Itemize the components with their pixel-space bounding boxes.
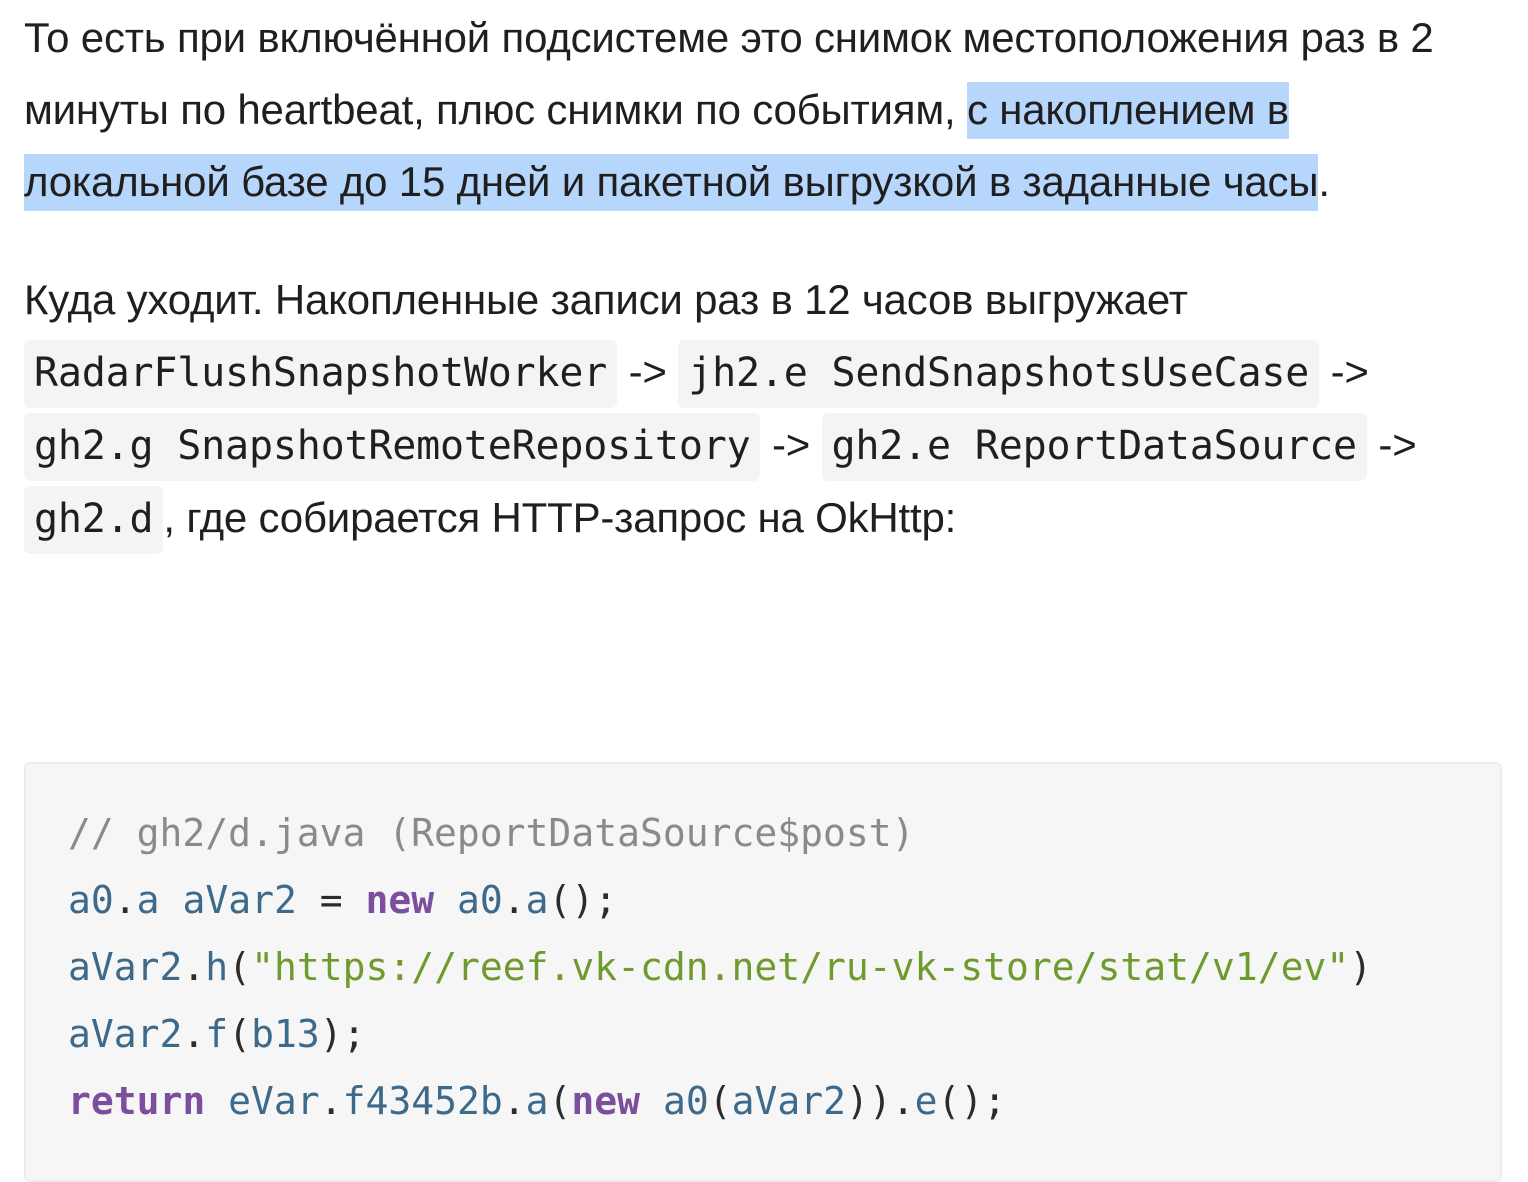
code-identifier: b13 xyxy=(251,1012,320,1056)
code-identifier: a0 xyxy=(68,878,114,922)
code-punctuation xyxy=(160,878,183,922)
code-punctuation: . xyxy=(113,878,137,922)
code-identifier: aVar2 xyxy=(68,945,183,989)
code-identifier: a xyxy=(136,878,160,922)
code-punctuation: ( xyxy=(708,1079,732,1123)
arrow-text: -> xyxy=(1366,421,1417,468)
code-identifier: aVar2 xyxy=(68,1012,183,1056)
code-punctuation: . xyxy=(182,1012,206,1056)
paragraph-1-end: . xyxy=(1318,158,1330,205)
arrow-text: -> xyxy=(1319,348,1369,395)
code-punctuation: )). xyxy=(845,1079,915,1123)
code-keyword: new xyxy=(571,1079,641,1123)
code-punctuation: . xyxy=(502,1079,526,1123)
code-punctuation: (); xyxy=(548,878,618,922)
paragraph-2-lead: Куда уходит. Накопленные записи раз в 12… xyxy=(24,276,1188,323)
code-punctuation: = xyxy=(296,878,366,922)
inline-code-worker: RadarFlushSnapshotWorker xyxy=(24,340,618,408)
code-line: // gh2/d.java (ReportDataSource$post) xyxy=(68,800,1372,867)
code-punctuation: . xyxy=(502,878,526,922)
code-punctuation: . xyxy=(319,1079,343,1123)
code-line: a0.a aVar2 = new a0.a(); xyxy=(68,867,1372,934)
paragraph-2: Куда уходит. Накопленные записи раз в 12… xyxy=(24,264,1504,555)
code-identifier: h xyxy=(205,945,229,989)
code-punctuation xyxy=(640,1079,663,1123)
paragraph-1: То есть при включённой подсистеме это сн… xyxy=(24,0,1504,218)
code-punctuation: ( xyxy=(228,1012,252,1056)
code-punctuation: ) xyxy=(1349,945,1373,989)
code-punctuation: (); xyxy=(937,1079,1007,1123)
code-identifier: aVar2 xyxy=(182,878,297,922)
code-string: "https://reef.vk-cdn.net/ru-vk-store/sta… xyxy=(251,945,1350,989)
inline-code-gh2d: gh2.d xyxy=(24,486,164,554)
code-comment: // gh2/d.java (ReportDataSource$post) xyxy=(68,811,915,855)
code-block[interactable]: // gh2/d.java (ReportDataSource$post) a0.… xyxy=(24,762,1502,1182)
code-line: aVar2.h("https://reef.vk-cdn.net/ru-vk-s… xyxy=(68,934,1372,1001)
code-identifier: a0 xyxy=(457,878,503,922)
code-line: return eVar.f43452b.a(new a0(aVar2)).e()… xyxy=(68,1068,1372,1135)
inline-code-datasource: gh2.e ReportDataSource xyxy=(821,413,1367,481)
code-identifier: f43452b xyxy=(342,1079,503,1123)
arrow-text: -> xyxy=(617,348,679,395)
code-punctuation: ); xyxy=(319,1012,366,1056)
article-body: То есть при включённой подсистеме это сн… xyxy=(24,0,1504,555)
code-punctuation xyxy=(434,878,457,922)
inline-code-usecase: jh2.e SendSnapshotsUseCase xyxy=(678,340,1320,408)
code-identifier: aVar2 xyxy=(731,1079,846,1123)
paragraph-2-tail: , где собирается HTTP-запрос на OkHttp: xyxy=(163,494,957,541)
code-keyword: new xyxy=(365,878,435,922)
code-identifier: a0 xyxy=(662,1079,709,1123)
code-content[interactable]: // gh2/d.java (ReportDataSource$post) a0.… xyxy=(68,800,1372,1135)
code-punctuation xyxy=(205,1079,228,1123)
code-identifier: a xyxy=(525,878,549,922)
arrow-text: -> xyxy=(760,421,822,468)
code-identifier: eVar xyxy=(228,1079,320,1123)
code-line: aVar2.f(b13); xyxy=(68,1001,1372,1068)
code-punctuation: . xyxy=(182,945,206,989)
code-identifier: f xyxy=(205,1012,229,1056)
code-punctuation: ( xyxy=(228,945,252,989)
code-keyword: return xyxy=(68,1079,206,1123)
code-punctuation: ( xyxy=(548,1079,572,1123)
code-identifier: e xyxy=(914,1079,938,1123)
code-identifier: a xyxy=(525,1079,549,1123)
inline-code-repository: gh2.g SnapshotRemoteRepository xyxy=(24,413,761,481)
